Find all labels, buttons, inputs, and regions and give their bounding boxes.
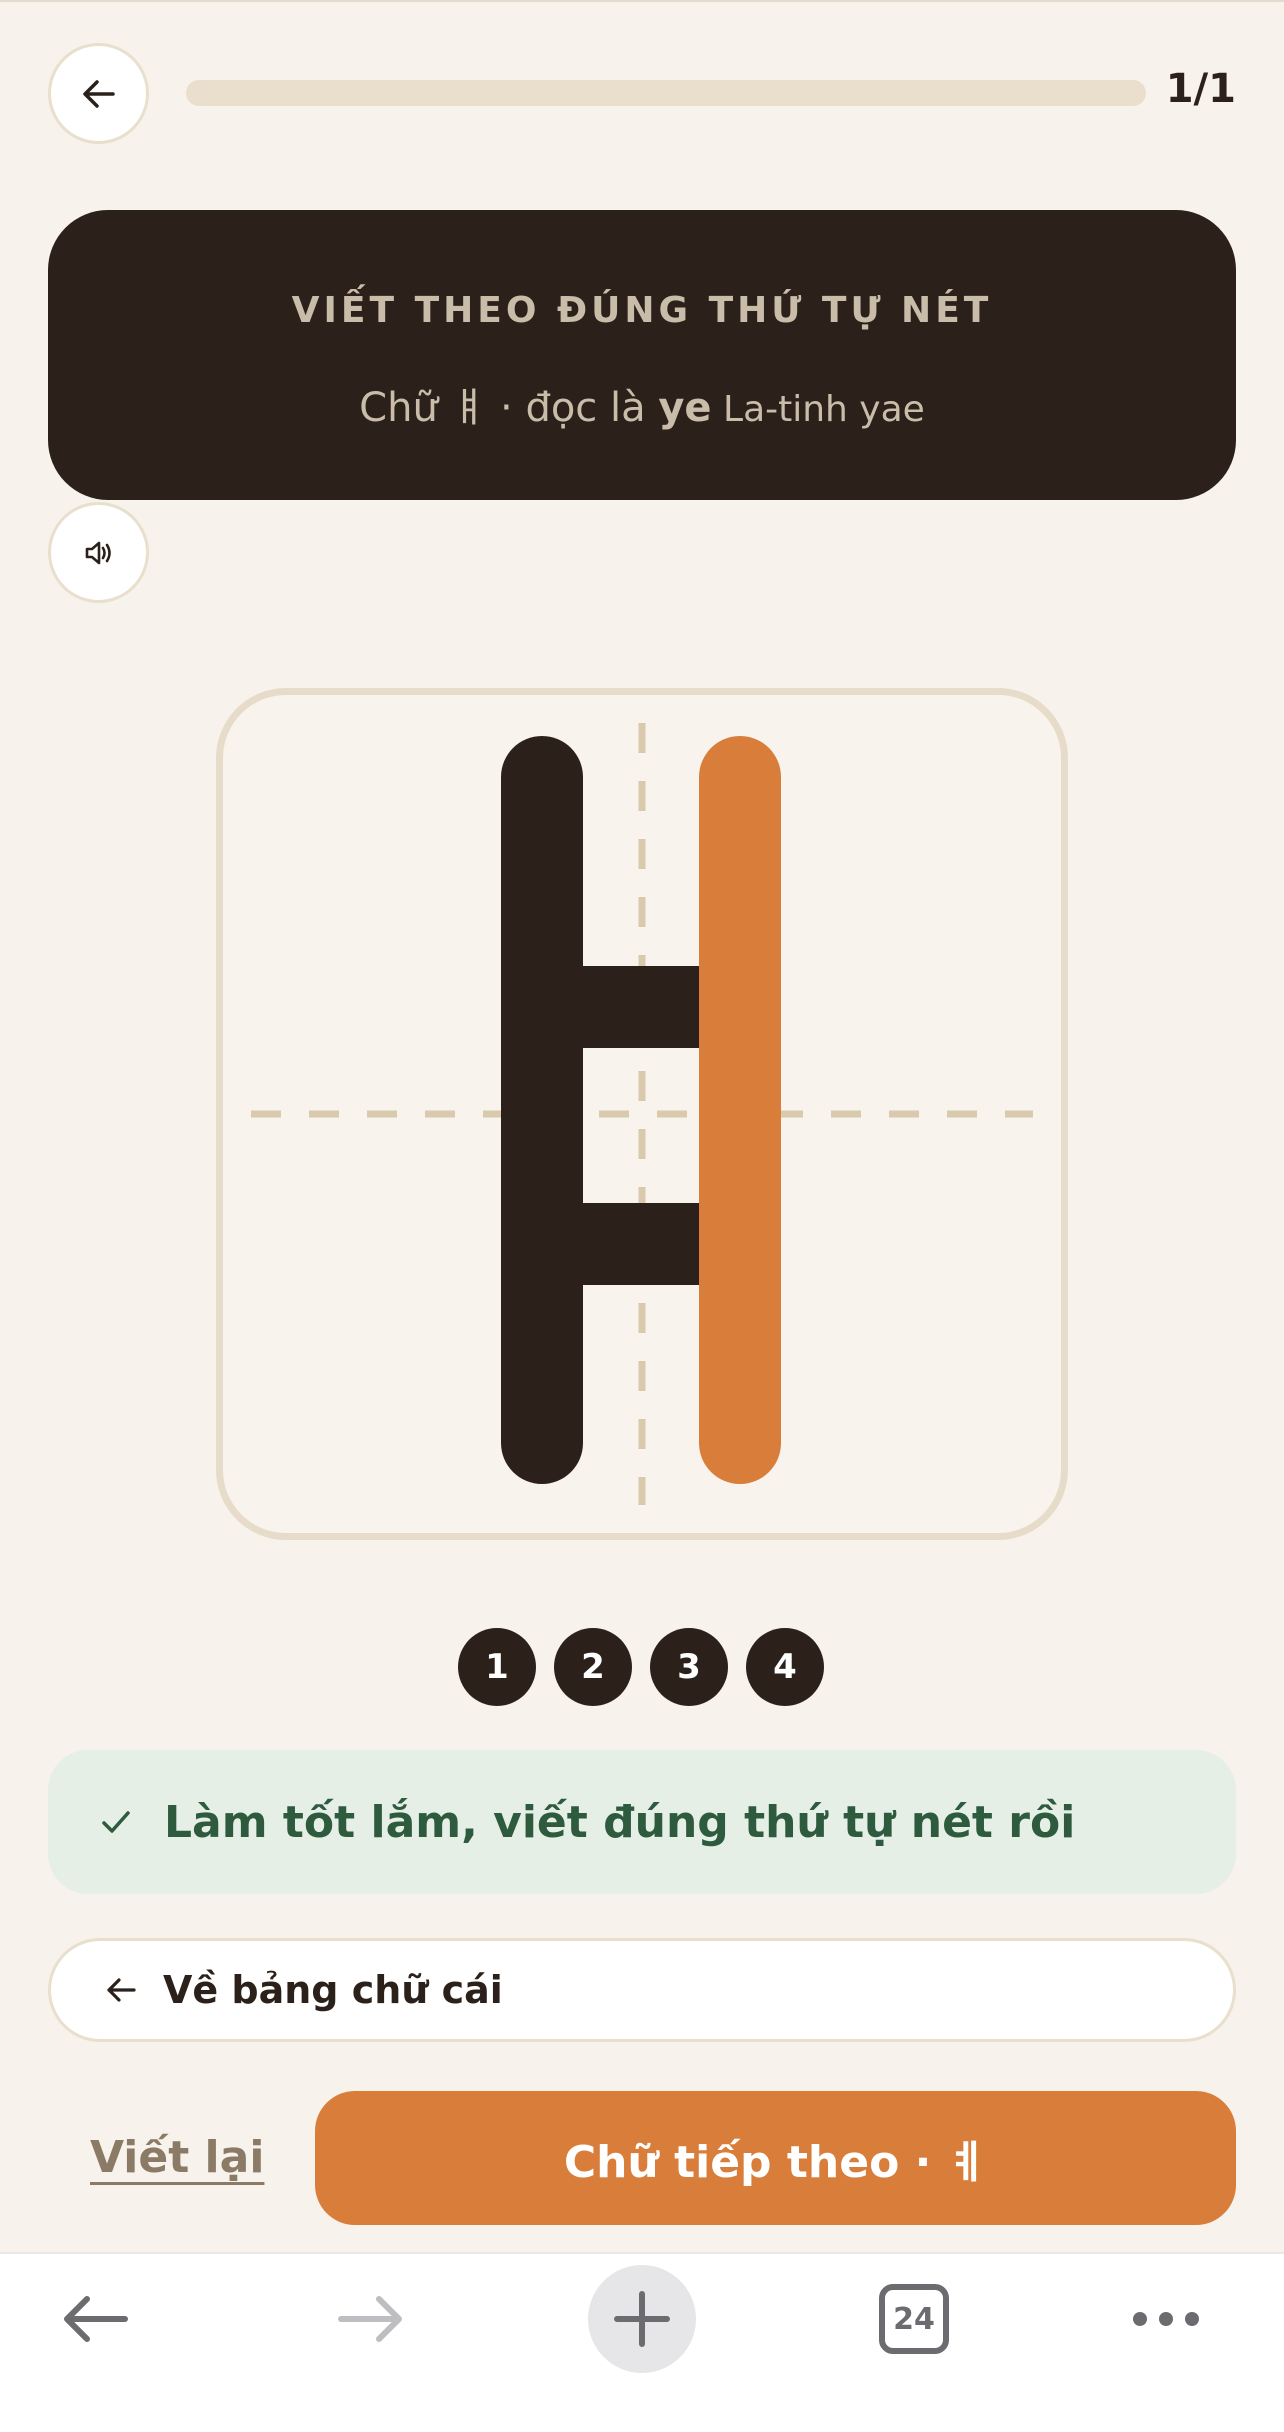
browser-back-button[interactable] xyxy=(50,2254,140,2384)
writing-canvas[interactable] xyxy=(216,688,1068,1540)
arrow-left-icon xyxy=(82,79,115,108)
instruction-subtitle: Chữ ㅒ · đọc là ye La-tinh yae xyxy=(48,375,1236,433)
speaker-icon xyxy=(85,541,111,564)
progress-bar xyxy=(186,80,1146,106)
check-icon xyxy=(102,1811,130,1833)
back-button[interactable] xyxy=(48,43,149,144)
rewrite-link[interactable]: Viết lại xyxy=(90,2132,264,2183)
arrow-right-icon xyxy=(338,2296,402,2342)
stroke-steps: 1 2 3 4 xyxy=(458,1628,824,1706)
browser-forward-button[interactable] xyxy=(326,2254,416,2384)
progress-count: 1/1 xyxy=(1165,66,1236,112)
instruction-reading: ye xyxy=(658,385,712,431)
tabs-button[interactable]: 24 xyxy=(878,2254,950,2384)
step-dot-4: 4 xyxy=(746,1628,824,1706)
step-dot-2: 2 xyxy=(554,1628,632,1706)
new-tab-circle xyxy=(588,2265,696,2373)
success-banner: Làm tốt lắm, viết đúng thứ tự nét rồi xyxy=(48,1750,1236,1894)
arrow-left-icon xyxy=(107,1978,136,2002)
top-divider xyxy=(0,0,1284,2)
play-sound-button[interactable] xyxy=(48,502,149,603)
success-message: Làm tốt lắm, viết đúng thứ tự nét rồi xyxy=(164,1796,1076,1848)
next-letter-button[interactable]: Chữ tiếp theo · ㅖ xyxy=(315,2091,1236,2225)
more-dots-icon xyxy=(1133,2312,1199,2326)
browser-toolbar: 24 xyxy=(0,2252,1284,2432)
instruction-card: VIẾT THEO ĐÚNG THỨ TỰ NÉT Chữ ㅒ · đọc là… xyxy=(48,210,1236,500)
instruction-title: VIẾT THEO ĐÚNG THỨ TỰ NÉT xyxy=(291,290,993,331)
back-to-alphabet-label: Về bảng chữ cái xyxy=(163,1968,503,2012)
instruction-prefix: Chữ ㅒ · đọc là xyxy=(359,385,659,431)
more-menu-button[interactable] xyxy=(1126,2254,1206,2384)
tab-count: 24 xyxy=(879,2284,949,2354)
step-dot-1: 1 xyxy=(458,1628,536,1706)
step-dot-3: 3 xyxy=(650,1628,728,1706)
progress-fill xyxy=(186,80,1146,106)
back-to-alphabet-button[interactable]: Về bảng chữ cái xyxy=(48,1938,1236,2042)
new-tab-button[interactable] xyxy=(588,2254,696,2384)
arrow-left-icon xyxy=(64,2296,128,2342)
character-strokes xyxy=(251,723,1033,1505)
instruction-latin: La-tinh yae xyxy=(711,389,925,430)
plus-icon xyxy=(614,2291,670,2347)
